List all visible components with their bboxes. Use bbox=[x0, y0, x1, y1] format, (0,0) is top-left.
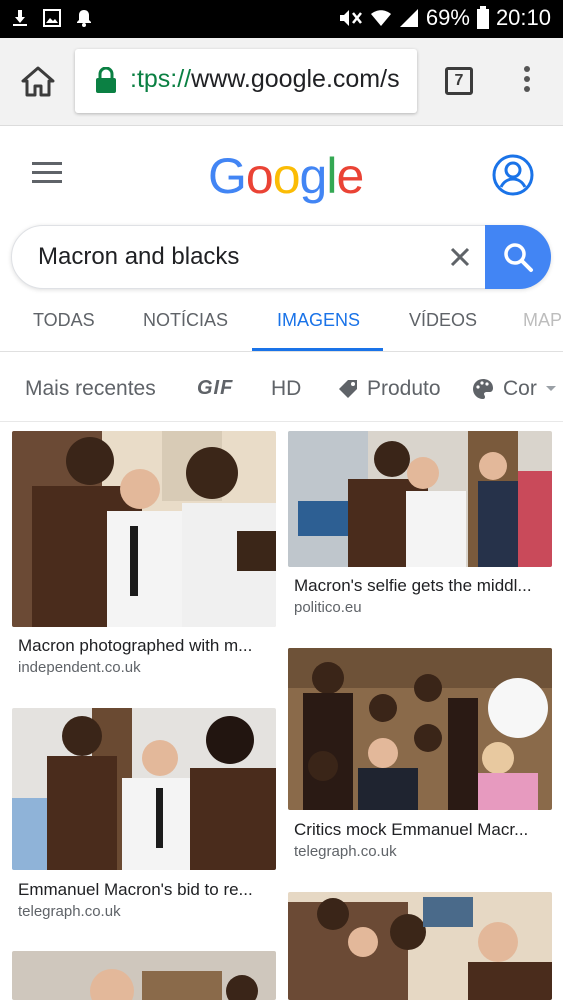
filter-color-label: Cor bbox=[503, 377, 537, 400]
search-icon bbox=[504, 243, 533, 272]
result-card[interactable]: Macron photographed with m... independen… bbox=[12, 431, 276, 681]
result-thumbnail[interactable] bbox=[12, 431, 276, 627]
hamburger-menu-icon[interactable] bbox=[32, 162, 62, 184]
result-card[interactable]: Macron's selfie gets the middl... politi… bbox=[288, 431, 552, 631]
result-title[interactable]: Macron photographed with m... bbox=[18, 636, 270, 656]
download-icon bbox=[13, 10, 27, 26]
notification-bell-icon bbox=[77, 10, 91, 27]
address-bar[interactable]: :tps://www.google.com/s bbox=[75, 49, 417, 113]
result-card[interactable] bbox=[12, 951, 276, 1000]
clear-icon[interactable] bbox=[445, 242, 475, 272]
signal-icon bbox=[399, 9, 418, 27]
result-source: independent.co.uk bbox=[18, 659, 141, 676]
filter-color[interactable]: Cor bbox=[471, 377, 557, 401]
result-source: politico.eu bbox=[294, 599, 362, 616]
url-scheme: :tps:// bbox=[130, 65, 192, 93]
filter-product-label: Produto bbox=[367, 377, 441, 400]
result-card[interactable]: Emmanuel Macron's bid to re... telegraph… bbox=[12, 708, 276, 928]
image-icon bbox=[43, 9, 61, 27]
chevron-down-icon bbox=[545, 386, 556, 391]
photo-image bbox=[288, 431, 552, 567]
tag-icon bbox=[339, 380, 357, 398]
result-thumbnail[interactable] bbox=[288, 892, 552, 1000]
wifi-icon bbox=[370, 10, 391, 26]
active-tab-indicator bbox=[252, 348, 383, 351]
result-thumbnail[interactable] bbox=[288, 648, 552, 810]
battery-icon bbox=[476, 6, 489, 29]
search-input[interactable]: Macron and blacks bbox=[38, 243, 239, 271]
tab-maps[interactable]: MAP bbox=[523, 310, 562, 331]
photo-image bbox=[288, 892, 552, 1000]
url-text[interactable]: :tps://www.google.com/s bbox=[130, 65, 400, 94]
filter-hd-label: HD bbox=[271, 377, 302, 400]
result-source: telegraph.co.uk bbox=[294, 843, 397, 860]
tab-imagens[interactable]: IMAGENS bbox=[277, 310, 360, 331]
result-title[interactable]: Emmanuel Macron's bid to re... bbox=[18, 880, 270, 900]
home-icon[interactable] bbox=[20, 64, 56, 100]
search-button[interactable] bbox=[485, 225, 551, 289]
url-host: www.google.com/s bbox=[191, 65, 400, 93]
filter-gif[interactable]: GIF bbox=[197, 377, 233, 400]
google-logo[interactable]: Google bbox=[208, 147, 364, 205]
tab-videos[interactable]: VÍDEOS bbox=[409, 310, 477, 331]
overflow-menu-icon[interactable] bbox=[520, 66, 534, 100]
mute-icon bbox=[339, 10, 362, 26]
result-source: telegraph.co.uk bbox=[18, 903, 121, 920]
search-box[interactable]: Macron and blacks bbox=[11, 225, 551, 289]
result-title[interactable]: Critics mock Emmanuel Macr... bbox=[294, 820, 546, 840]
tab-todas[interactable]: TODAS bbox=[33, 310, 95, 331]
search-tabs: TODAS NOTÍCIAS IMAGENS VÍDEOS MAP bbox=[0, 300, 563, 352]
result-card[interactable]: Critics mock Emmanuel Macr... telegraph.… bbox=[288, 648, 552, 868]
filter-hd[interactable]: HD bbox=[271, 377, 301, 401]
account-icon[interactable] bbox=[491, 153, 535, 197]
photo-image bbox=[288, 648, 552, 810]
photo-image bbox=[12, 708, 276, 870]
result-card[interactable] bbox=[288, 892, 552, 1000]
photo-image bbox=[12, 431, 276, 627]
clock: 20:10 bbox=[495, 5, 551, 30]
result-thumbnail[interactable] bbox=[12, 951, 276, 1000]
lock-icon bbox=[96, 67, 116, 93]
filter-recent-label: Mais recentes bbox=[25, 377, 156, 400]
gif-icon: GIF bbox=[197, 377, 234, 399]
result-thumbnail[interactable] bbox=[288, 431, 552, 567]
result-thumbnail[interactable] bbox=[12, 708, 276, 870]
image-filters: Mais recentes GIF HD Produto Cor bbox=[0, 360, 563, 422]
battery-percent: 69% bbox=[425, 5, 470, 30]
filter-product[interactable]: Produto bbox=[337, 377, 441, 401]
browser-toolbar: :tps://www.google.com/s 7 bbox=[0, 38, 563, 126]
tab-noticias[interactable]: NOTÍCIAS bbox=[143, 310, 228, 331]
tab-switcher-button[interactable]: 7 bbox=[445, 67, 473, 95]
google-header: Google bbox=[0, 127, 563, 227]
status-bar: 69% 20:10 bbox=[0, 0, 563, 38]
photo-image bbox=[12, 951, 276, 1000]
result-title[interactable]: Macron's selfie gets the middl... bbox=[294, 576, 546, 596]
filter-recent[interactable]: Mais recentes bbox=[25, 377, 156, 401]
palette-icon bbox=[473, 379, 493, 399]
